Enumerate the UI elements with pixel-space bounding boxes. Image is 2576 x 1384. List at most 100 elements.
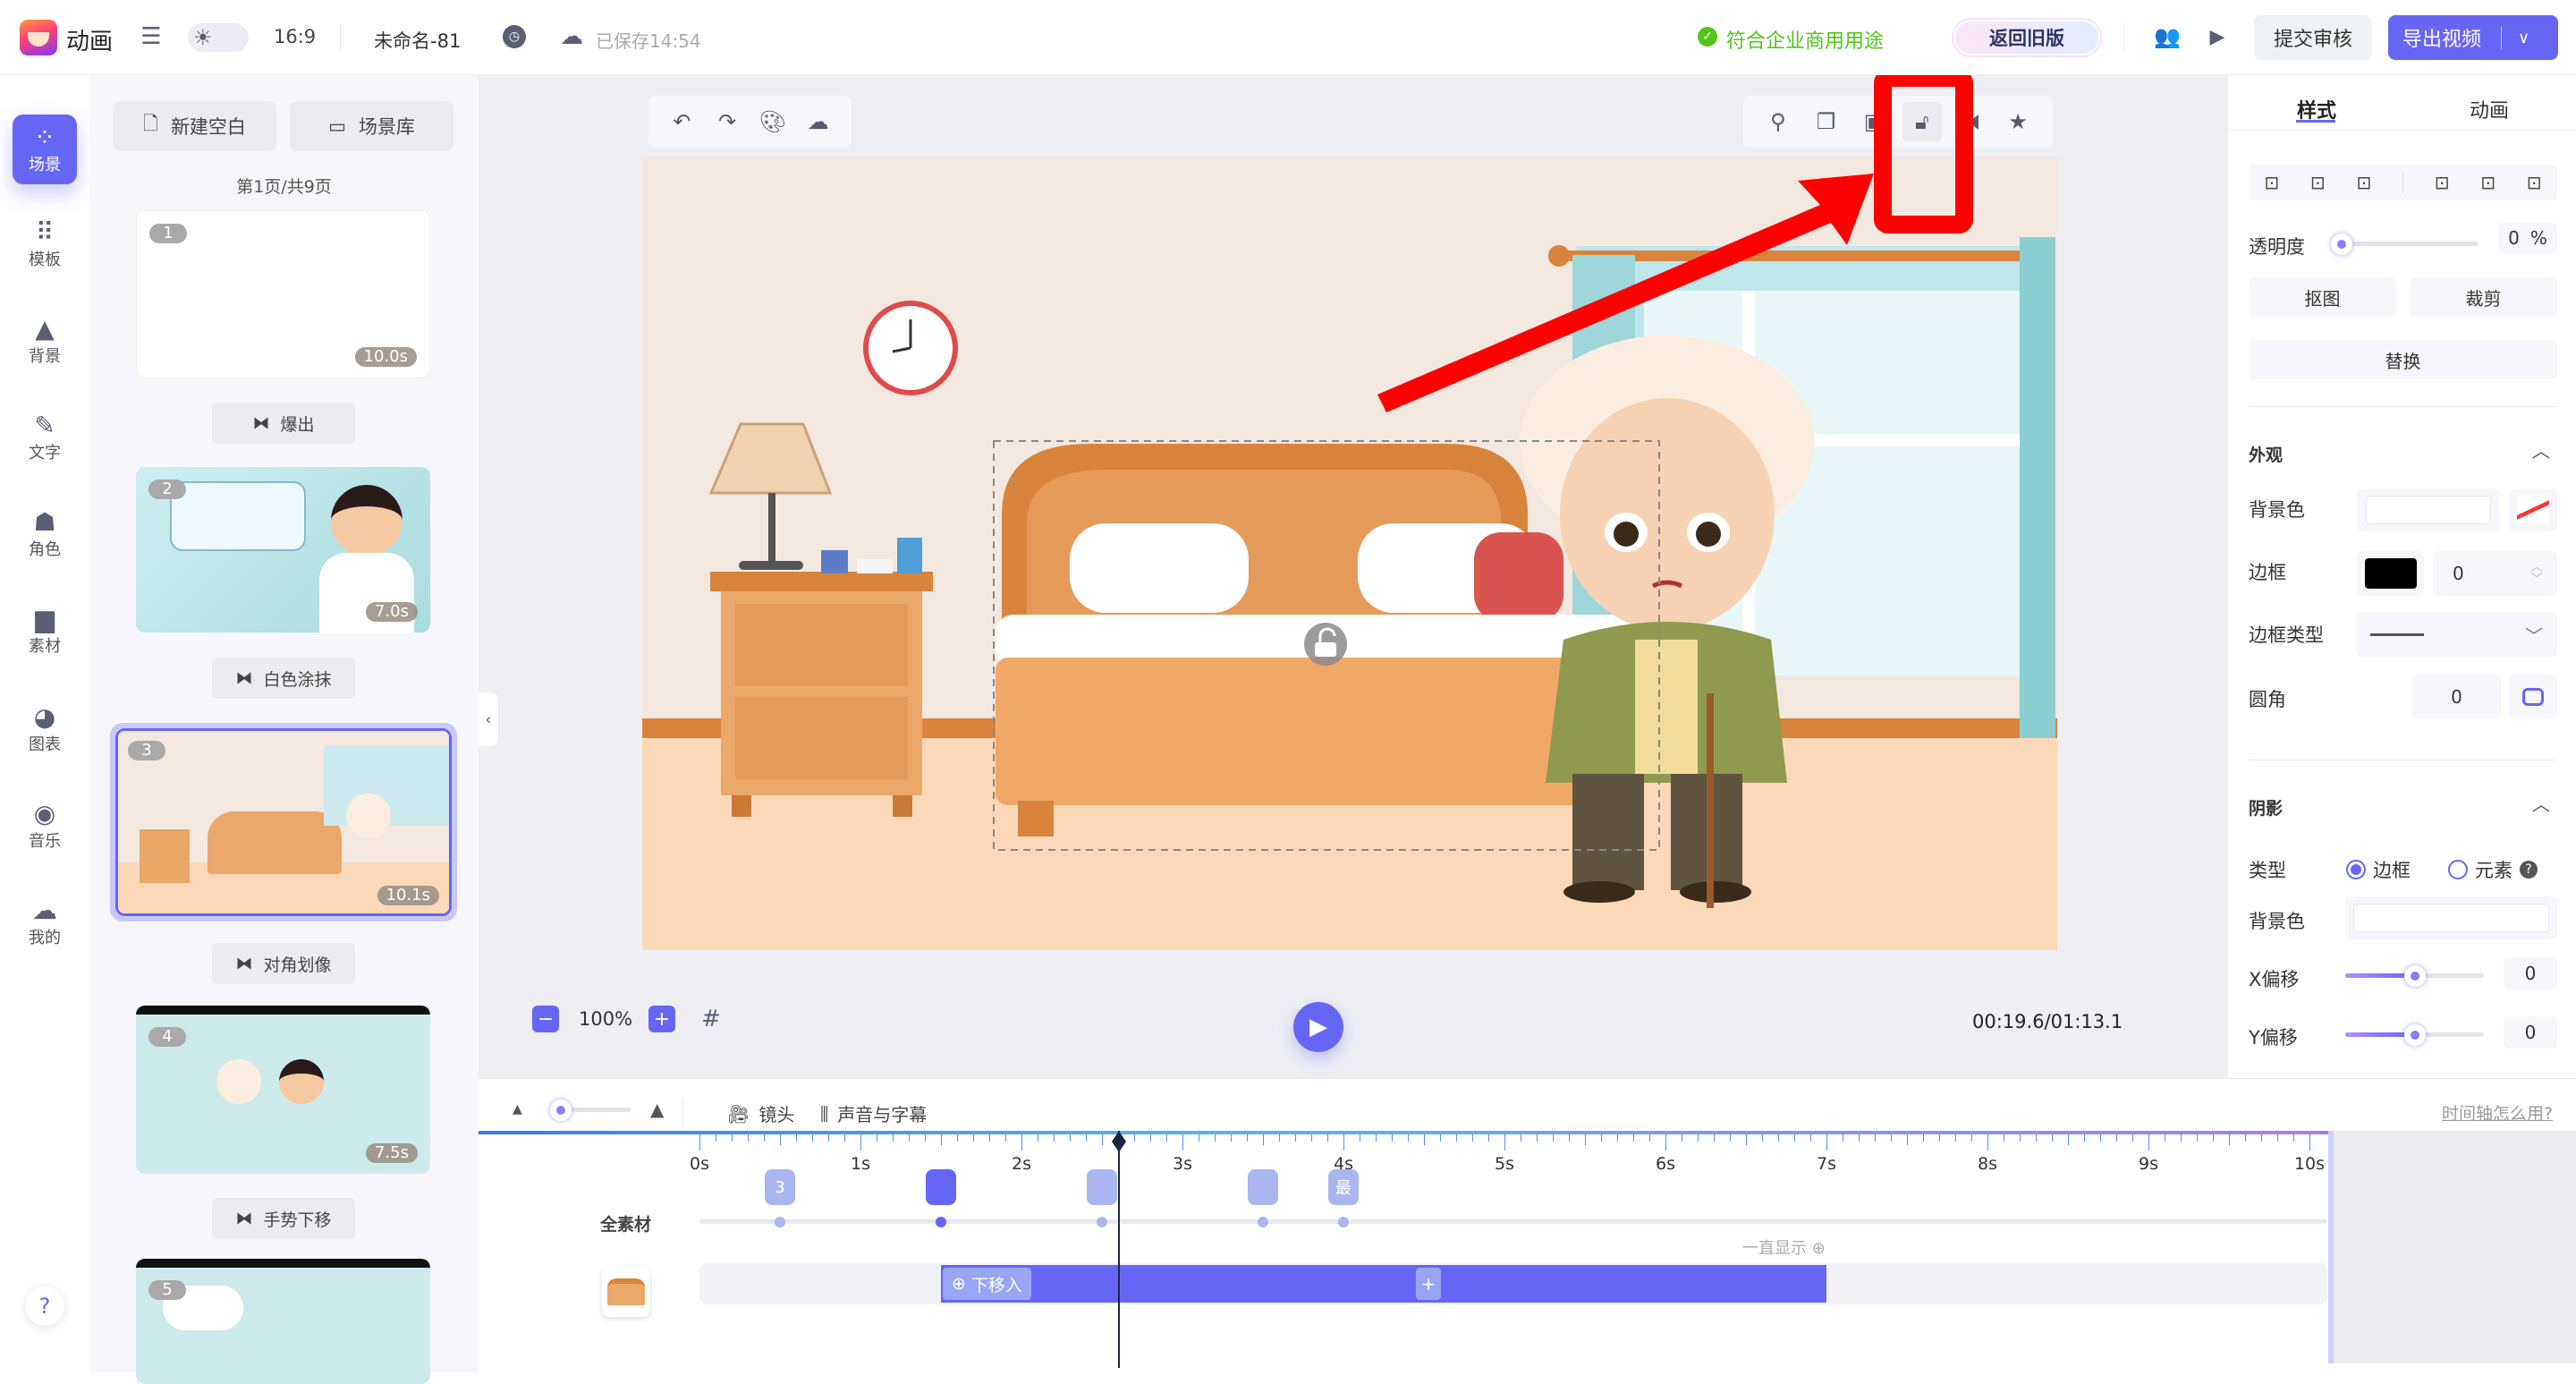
rail-item-background[interactable]: ▲ 背景	[13, 306, 77, 376]
rail-item-scene[interactable]: ⁘ 场景	[13, 115, 77, 184]
slider-knob[interactable]	[550, 1100, 572, 1121]
zoom-small-icon[interactable]: ▲	[513, 1102, 522, 1117]
y-offset-input[interactable]: 0	[2504, 1016, 2557, 1049]
keyframe-dot[interactable]	[1338, 1217, 1349, 1227]
effect-tag[interactable]: ⊕ 下移入	[943, 1268, 1031, 1300]
zoom-in-button[interactable]: +	[648, 1006, 675, 1032]
crop-button[interactable]: 裁剪	[2410, 277, 2557, 317]
history-clock-icon[interactable]: ◷	[503, 25, 526, 48]
align-top-icon[interactable]: ⊡	[2264, 172, 2279, 193]
align-left-icon[interactable]: ⊡	[2435, 172, 2450, 193]
clip-bar[interactable]: ⊕ 下移入 +	[941, 1265, 1826, 1303]
align-hcenter-icon[interactable]: ⊡	[2480, 172, 2496, 193]
music-icon: ◉	[33, 799, 56, 828]
project-name[interactable]: 未命名-81	[374, 27, 461, 54]
theme-toggle[interactable]: ☀	[188, 23, 249, 52]
scene-library-button[interactable]: ▭ 场景库	[290, 101, 453, 151]
grid-icon[interactable]: #	[698, 1006, 724, 1032]
scene-card-2[interactable]: 2 7.0s	[136, 467, 430, 633]
zoom-out-button[interactable]: −	[532, 1006, 559, 1032]
y-offset-slider[interactable]	[2345, 1024, 2484, 1046]
radio-element[interactable]: 元素?	[2448, 856, 2538, 883]
zoom-large-icon[interactable]: ▲	[650, 1099, 664, 1120]
submit-review-button[interactable]: 提交审核	[2254, 15, 2372, 60]
transition-button[interactable]: ⧓ 对角划像	[212, 943, 355, 984]
align-bottom-icon[interactable]: ⊡	[2356, 172, 2371, 193]
keyframe-marker[interactable]	[926, 1169, 956, 1205]
help-button[interactable]: ?	[25, 1286, 64, 1326]
camera-icon: 🎥︎	[727, 1102, 750, 1125]
transition-button[interactable]: ⧓ 白色涂抹	[212, 658, 355, 699]
bg-color-input[interactable]	[2357, 488, 2500, 531]
commercial-status[interactable]: 符合企业商用用途	[1726, 25, 1884, 54]
slider-knob[interactable]	[2331, 233, 2352, 255]
always-show-label[interactable]: 一直显示 ⊕	[1742, 1235, 1826, 1259]
rail-item-text[interactable]: ✎ 文字	[13, 403, 77, 472]
playhead[interactable]	[1112, 1131, 1126, 1368]
radio-border[interactable]: 边框	[2346, 856, 2411, 883]
shadow-bg-color-input[interactable]	[2345, 896, 2557, 939]
stepper-icon[interactable]: ︿ ﹀	[2530, 561, 2543, 586]
collaborator-icon[interactable]: 👥	[2154, 23, 2181, 50]
transition-button[interactable]: ⧓ 手势下移	[212, 1198, 355, 1239]
chevron-down-icon[interactable]: ∨	[2518, 29, 2529, 47]
border-color-input[interactable]	[2357, 551, 2424, 596]
keyframe-marker[interactable]: 3	[765, 1169, 795, 1205]
ruler-tick	[812, 1134, 813, 1142]
tab-animation[interactable]: 动画	[2470, 95, 2509, 123]
no-color-button[interactable]	[2509, 488, 2557, 531]
camera-button[interactable]: 🎥︎ 镜头	[727, 1100, 794, 1126]
keyframe-marker[interactable]	[1248, 1169, 1278, 1205]
rail-item-material[interactable]: ▆ 素材	[13, 596, 77, 666]
keyframe-dot[interactable]	[775, 1217, 785, 1227]
add-effect-button[interactable]: +	[1416, 1268, 1441, 1300]
scene-card-4[interactable]: 4 7.5s	[136, 1006, 430, 1174]
opacity-slider[interactable]	[2331, 233, 2479, 255]
collapse-panel-handle[interactable]: ‹	[479, 692, 498, 746]
border-type-select[interactable]: ﹀	[2356, 612, 2557, 657]
keyframe-marker[interactable]	[1087, 1169, 1117, 1205]
back-old-version-button[interactable]: 返回旧版	[1953, 20, 2100, 55]
keyframe-dot[interactable]	[936, 1217, 946, 1227]
cutout-button[interactable]: 抠图	[2249, 277, 2396, 317]
x-offset-slider[interactable]	[2345, 965, 2484, 987]
replace-button[interactable]: 替换	[2249, 340, 2557, 379]
timeline-zoom-slider[interactable]	[550, 1100, 631, 1121]
scene-card-1[interactable]: 1 10.0s	[136, 210, 430, 378]
chevron-up-icon[interactable]: ︿	[2532, 437, 2550, 463]
rail-item-my[interactable]: ☁ 我的	[13, 887, 77, 957]
rail-item-chart[interactable]: ◕ 图表	[13, 694, 77, 764]
scene-card-3[interactable]: 3 10.1s	[110, 723, 457, 921]
align-vcenter-icon[interactable]: ⊡	[2310, 172, 2326, 193]
keyframe-marker[interactable]: 最	[1328, 1169, 1359, 1205]
rail-item-music[interactable]: ◉ 音乐	[13, 791, 77, 861]
timeline-help-link[interactable]: 时间轴怎么用?	[2442, 1100, 2553, 1125]
layer-thumbnail[interactable]	[602, 1267, 650, 1317]
check-circle-icon: ✓	[1698, 27, 1717, 47]
help-icon[interactable]: ?	[2520, 861, 2538, 879]
menu-icon[interactable]: ☰	[140, 23, 163, 50]
scene-card-5[interactable]: 5	[136, 1259, 430, 1384]
new-blank-button[interactable]: 🗋 新建空白	[113, 101, 276, 151]
keyframe-dot[interactable]	[1097, 1217, 1107, 1227]
export-video-button[interactable]: 导出视频 ∨	[2388, 15, 2558, 60]
x-offset-input[interactable]: 0	[2504, 957, 2557, 989]
slider-knob[interactable]	[2404, 965, 2426, 987]
transition-icon: ⧓	[252, 413, 270, 433]
divider	[2228, 130, 2576, 131]
chevron-up-icon[interactable]: ︿	[2532, 790, 2550, 816]
keyframe-dot[interactable]	[1258, 1217, 1268, 1227]
play-button[interactable]: ▶	[1293, 1002, 1343, 1052]
rail-item-character[interactable]: ☗ 角色	[13, 499, 77, 569]
radius-preset-button[interactable]	[2509, 675, 2557, 719]
opacity-input[interactable]: 0%	[2498, 223, 2557, 253]
border-width-input[interactable]: 0 ︿ ﹀	[2433, 551, 2557, 596]
preview-play-icon[interactable]: ▶	[2206, 25, 2229, 48]
radius-input[interactable]: 0	[2412, 675, 2501, 719]
transition-button[interactable]: ⧓ 爆出	[212, 403, 355, 444]
align-right-icon[interactable]: ⊡	[2527, 172, 2542, 193]
rail-item-template[interactable]: ⠿ 模板	[13, 209, 77, 279]
slider-knob[interactable]	[2404, 1024, 2426, 1046]
aspect-ratio[interactable]: 16:9	[274, 26, 316, 47]
audio-subtitle-button[interactable]: ⫼ 声音与字幕	[820, 1100, 927, 1126]
